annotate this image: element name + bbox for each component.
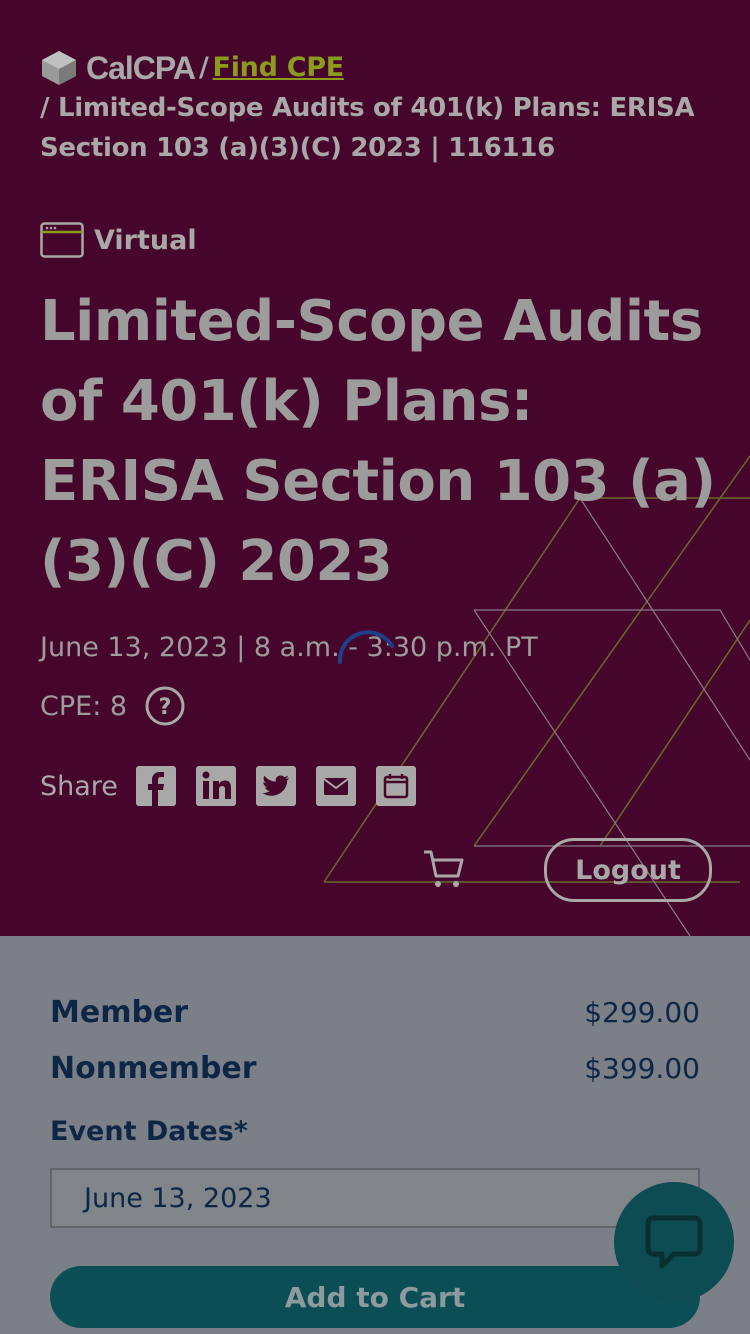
cpe-credits: CPE: 8 ? [40,686,185,726]
event-title: Limited-Scope Audits of 401(k) Plans: ER… [40,289,716,594]
share-label: Share [40,770,118,802]
calendar-icon[interactable] [375,766,416,806]
event-date-selected: June 13, 2023 [84,1182,272,1214]
breadcrumb-current: / Limited-Scope Audits of 401(k) Plans: … [40,93,695,163]
help-icon[interactable]: ? [145,686,185,726]
price-tier-name: Member [50,994,189,1030]
logout-button[interactable]: Logout [544,838,712,902]
event-format-label: Virtual [94,224,197,256]
cpe-credits-label: CPE: 8 [40,690,128,722]
browser-window-icon [40,222,84,258]
share-bar: Share [40,766,436,806]
event-hero: CalCPA / Find CPE / Limited-Scope Audits… [0,0,750,936]
event-date-select[interactable]: June 13, 2023 [50,1168,700,1228]
event-format: Virtual [40,222,197,258]
twitter-icon[interactable] [255,766,296,806]
event-dates-label: Event Dates* [50,1116,248,1147]
event-datetime: June 13, 2023 | 8 a.m. - 3:30 p.m. PT [40,632,538,663]
calcpa-logo-icon [42,51,76,85]
email-icon[interactable] [315,766,356,806]
price-tier-amount: $399.00 [584,1051,700,1085]
breadcrumb: CalCPA / Find CPE / Limited-Scope Audits… [40,48,720,168]
calcpa-logo-text[interactable]: CalCPA [86,48,196,88]
pricing-list: Member $299.00 Nonmember $399.00 [50,984,700,1096]
price-tier-amount: $299.00 [584,995,700,1029]
price-row-member: Member $299.00 [50,984,700,1040]
find-cpe-link[interactable]: Find CPE [213,48,345,88]
cart-icon[interactable] [422,848,466,890]
breadcrumb-separator: / [198,52,209,83]
chat-button[interactable] [614,1182,734,1302]
linkedin-icon[interactable] [195,766,236,806]
chat-bubble-icon [645,1215,703,1269]
svg-text:?: ? [159,695,172,720]
price-tier-name: Nonmember [50,1050,257,1086]
price-row-nonmember: Nonmember $399.00 [50,1040,700,1096]
loading-spinner-icon [337,630,394,664]
add-to-cart-button[interactable]: Add to Cart [50,1266,700,1328]
facebook-icon[interactable] [135,766,176,806]
